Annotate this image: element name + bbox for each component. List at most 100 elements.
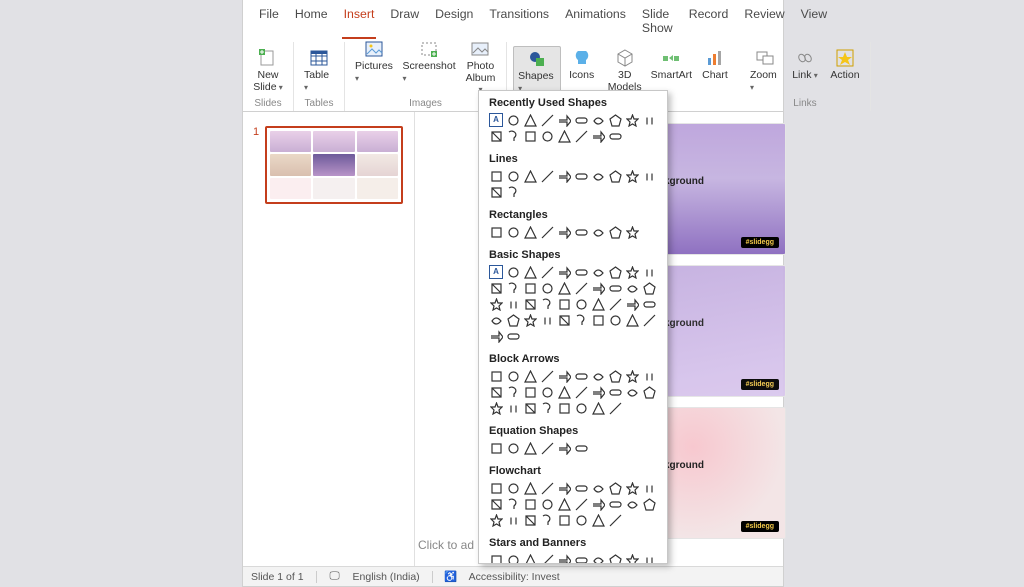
- shape-option[interactable]: A: [489, 265, 503, 279]
- shape-option[interactable]: [608, 369, 622, 383]
- shape-option[interactable]: [591, 553, 605, 564]
- shape-option[interactable]: [557, 297, 571, 311]
- shape-option[interactable]: [625, 385, 639, 399]
- shape-option[interactable]: [540, 481, 554, 495]
- shape-option[interactable]: [557, 369, 571, 383]
- shape-option[interactable]: [506, 513, 520, 527]
- shape-option[interactable]: [489, 513, 503, 527]
- shape-option[interactable]: [608, 113, 622, 127]
- shape-option[interactable]: [523, 513, 537, 527]
- shape-option[interactable]: [642, 481, 656, 495]
- shape-option[interactable]: [489, 225, 503, 239]
- shape-option[interactable]: [523, 313, 537, 327]
- pictures-button[interactable]: Pictures: [351, 37, 397, 85]
- shape-option[interactable]: [608, 313, 622, 327]
- shape-option[interactable]: [591, 265, 605, 279]
- status-accessibility[interactable]: Accessibility: Invest: [469, 571, 560, 583]
- shape-option[interactable]: [574, 481, 588, 495]
- shape-option[interactable]: [506, 497, 520, 511]
- shape-option[interactable]: [523, 265, 537, 279]
- shape-option[interactable]: [540, 265, 554, 279]
- shape-option[interactable]: [540, 369, 554, 383]
- shape-option[interactable]: [489, 553, 503, 564]
- menu-record[interactable]: Record: [687, 5, 731, 39]
- shape-option[interactable]: [523, 497, 537, 511]
- shape-option[interactable]: [489, 169, 503, 183]
- shape-option[interactable]: [506, 281, 520, 295]
- shape-option[interactable]: [608, 481, 622, 495]
- menu-animations[interactable]: Animations: [563, 5, 628, 39]
- shape-option[interactable]: [523, 401, 537, 415]
- shape-option[interactable]: [608, 281, 622, 295]
- shape-option[interactable]: [608, 169, 622, 183]
- shape-option[interactable]: [506, 169, 520, 183]
- shape-option[interactable]: [574, 225, 588, 239]
- shape-option[interactable]: [523, 297, 537, 311]
- shape-option[interactable]: [574, 129, 588, 143]
- shape-option[interactable]: [489, 281, 503, 295]
- shape-option[interactable]: [540, 401, 554, 415]
- shape-option[interactable]: [489, 297, 503, 311]
- shapes-dropdown[interactable]: Recently Used ShapesALinesRectanglesBasi…: [478, 90, 668, 564]
- shape-option[interactable]: [540, 225, 554, 239]
- shape-option[interactable]: [523, 481, 537, 495]
- shape-option[interactable]: [625, 313, 639, 327]
- shape-option[interactable]: A: [489, 113, 503, 127]
- action-button[interactable]: Action: [826, 46, 864, 83]
- shape-option[interactable]: [557, 129, 571, 143]
- screenshot-button[interactable]: Screenshot: [399, 37, 459, 85]
- shape-option[interactable]: [574, 313, 588, 327]
- table-button[interactable]: Table: [300, 46, 338, 94]
- shape-option[interactable]: [557, 169, 571, 183]
- shape-option[interactable]: [591, 385, 605, 399]
- shape-option[interactable]: [557, 481, 571, 495]
- shape-option[interactable]: [625, 225, 639, 239]
- shape-option[interactable]: [608, 129, 622, 143]
- shape-option[interactable]: [574, 265, 588, 279]
- zoom-button[interactable]: Zoom: [746, 46, 784, 94]
- shape-option[interactable]: [591, 313, 605, 327]
- shape-option[interactable]: [608, 401, 622, 415]
- shape-option[interactable]: [557, 497, 571, 511]
- status-language[interactable]: English (India): [353, 571, 420, 583]
- shape-option[interactable]: [523, 441, 537, 455]
- shape-option[interactable]: [540, 385, 554, 399]
- shape-option[interactable]: [557, 281, 571, 295]
- shape-option[interactable]: [574, 297, 588, 311]
- shape-option[interactable]: [540, 129, 554, 143]
- shape-option[interactable]: [642, 313, 656, 327]
- menu-review[interactable]: Review: [742, 5, 786, 39]
- shape-option[interactable]: [625, 169, 639, 183]
- shape-option[interactable]: [489, 129, 503, 143]
- shape-option[interactable]: [523, 113, 537, 127]
- menu-file[interactable]: File: [257, 5, 281, 39]
- shape-option[interactable]: [557, 225, 571, 239]
- new-slide-button[interactable]: New Slide: [249, 46, 287, 94]
- shape-option[interactable]: [574, 441, 588, 455]
- icons-button[interactable]: Icons: [563, 46, 601, 83]
- shape-option[interactable]: [557, 113, 571, 127]
- shape-option[interactable]: [523, 385, 537, 399]
- shape-option[interactable]: [625, 369, 639, 383]
- shape-option[interactable]: [489, 481, 503, 495]
- shape-option[interactable]: [540, 297, 554, 311]
- shape-option[interactable]: [523, 369, 537, 383]
- shape-option[interactable]: [625, 265, 639, 279]
- smartart-button[interactable]: SmartArt: [649, 46, 694, 83]
- slide-thumbnail[interactable]: 1: [253, 126, 404, 204]
- shape-option[interactable]: [557, 441, 571, 455]
- shape-option[interactable]: [625, 113, 639, 127]
- shape-option[interactable]: [523, 553, 537, 564]
- shape-option[interactable]: [540, 553, 554, 564]
- shape-option[interactable]: [591, 129, 605, 143]
- shape-option[interactable]: [591, 481, 605, 495]
- shape-option[interactable]: [557, 553, 571, 564]
- shape-option[interactable]: [608, 513, 622, 527]
- shape-option[interactable]: [642, 113, 656, 127]
- shape-option[interactable]: [608, 297, 622, 311]
- link-button[interactable]: Link: [786, 46, 824, 83]
- shape-option[interactable]: [540, 313, 554, 327]
- shape-option[interactable]: [574, 553, 588, 564]
- shape-option[interactable]: [506, 441, 520, 455]
- shape-option[interactable]: [506, 553, 520, 564]
